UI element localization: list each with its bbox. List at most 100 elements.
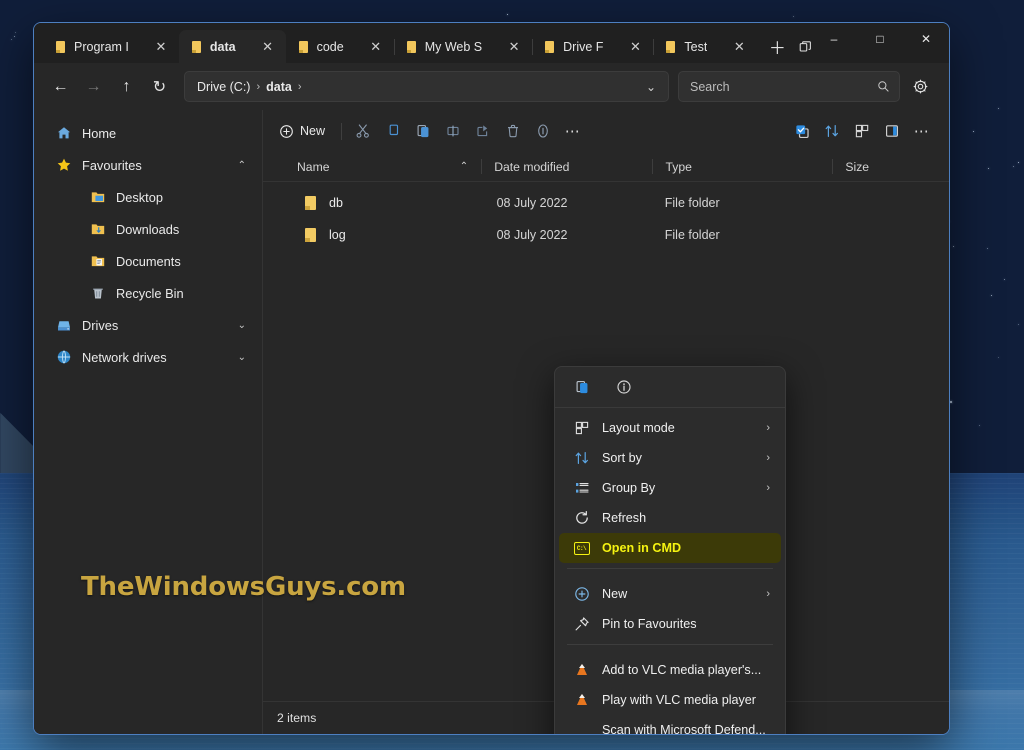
file-name-cell[interactable]: log [291, 228, 485, 242]
rename-button[interactable] [438, 116, 468, 146]
context-menu-item-sort-by[interactable]: Sort by › [559, 443, 781, 473]
cut-icon [356, 124, 369, 138]
navigation-pane: Home Favourites ⌃ Desktop Downloads Docu… [34, 110, 263, 734]
tab-program-i[interactable]: Program I ✕ [43, 30, 180, 63]
tab-close-button[interactable]: ✕ [622, 35, 648, 59]
search-input[interactable]: Search [690, 80, 730, 94]
tab-label: Test [684, 39, 708, 54]
plus-circle-icon [573, 586, 590, 603]
address-bar: ← → ↑ ↻ Drive (C:) › data › ⌄ Search [34, 63, 949, 110]
expand-caret-icon[interactable]: ⌃ [238, 160, 246, 171]
tab-test[interactable]: Test ✕ [653, 30, 757, 63]
details-pane-button[interactable] [877, 116, 907, 146]
column-header-date-modified[interactable]: Date modified [482, 152, 654, 181]
vlc-icon [575, 663, 589, 677]
breadcrumb[interactable]: Drive (C:) › data › ⌄ [184, 71, 669, 102]
new-tab-button[interactable]: ＋ [763, 32, 791, 60]
expand-caret-icon[interactable]: ⌄ [238, 320, 246, 331]
context-menu-item-play-with-vlc-media-player[interactable]: Play with VLC media player [559, 685, 781, 715]
layout-icon [855, 124, 869, 138]
copy-button[interactable] [378, 116, 408, 146]
context-menu-item-scan-with-microsoft-defend[interactable]: Scan with Microsoft Defend... [559, 715, 781, 734]
toolbar-divider [341, 122, 343, 140]
tab-close-button[interactable]: ✕ [363, 35, 389, 59]
column-header-size[interactable]: Size [833, 152, 949, 181]
folder-icon [544, 40, 556, 53]
context-menu-item-label: Group By [602, 481, 656, 495]
desktop-folder-icon [90, 189, 106, 205]
context-menu-item-add-to-vlc-media-player-s[interactable]: Add to VLC media player's... [559, 655, 781, 685]
maximize-button[interactable]: □ [857, 23, 903, 55]
breadcrumb-separator: › [256, 80, 261, 93]
sidebar-item-documents[interactable]: Documents [40, 245, 256, 277]
expand-caret-icon[interactable]: ⌄ [238, 352, 246, 363]
properties-button[interactable] [528, 116, 558, 146]
tab-my-web-s[interactable]: My Web S ✕ [394, 30, 534, 63]
file-date: 08 July 2022 [496, 228, 568, 242]
tab-close-button[interactable]: ✕ [726, 35, 752, 59]
paste-button[interactable] [408, 116, 438, 146]
folder-icon [298, 40, 310, 53]
forward-button[interactable]: → [77, 70, 110, 103]
tab-data[interactable]: data ✕ [178, 30, 286, 63]
sidebar-item-network-drives[interactable]: Network drives ⌄ [40, 341, 256, 373]
sidebar-item-recycle-bin[interactable]: Recycle Bin [40, 277, 256, 309]
tab-label: data [209, 39, 236, 54]
vlc-icon [575, 693, 589, 707]
sidebar-item-downloads[interactable]: Downloads [40, 213, 256, 245]
tab-label: My Web S [424, 39, 483, 54]
selection-button[interactable] [787, 116, 817, 146]
breadcrumb-item-data[interactable]: data [265, 80, 293, 94]
home-icon [56, 125, 72, 141]
share-button[interactable] [468, 116, 498, 146]
context-menu-item-group-by[interactable]: Group By › [559, 473, 781, 503]
file-name-cell[interactable]: db [291, 196, 485, 210]
tab-close-button[interactable]: ✕ [148, 35, 174, 59]
delete-button[interactable] [498, 116, 528, 146]
tab-close-button[interactable]: ✕ [255, 35, 281, 59]
sidebar-item-favourites[interactable]: Favourites ⌃ [40, 149, 256, 181]
file-date: 08 July 2022 [496, 196, 568, 210]
back-button[interactable]: ← [44, 70, 77, 103]
sidebar-item-label: Downloads [116, 221, 180, 237]
tab-drive-f[interactable]: Drive F ✕ [532, 30, 655, 63]
drives-icon [56, 317, 72, 333]
context-menu-group: Layout mode › Sort by › Group By › Refre… [555, 408, 785, 563]
table-row[interactable]: db 08 July 2022 File folder [269, 187, 943, 219]
gear-icon[interactable] [905, 72, 935, 102]
more-options-button[interactable]: ⋯ [558, 116, 588, 146]
column-header-label: Type [665, 159, 692, 174]
column-header-name[interactable]: Name ⌃ [285, 152, 483, 181]
sort-button[interactable] [817, 116, 847, 146]
new-button[interactable]: New [271, 116, 335, 146]
paste-action[interactable] [565, 372, 599, 402]
up-button[interactable]: ↑ [110, 70, 143, 103]
context-menu-item-pin-to-favourites[interactable]: Pin to Favourites [559, 609, 781, 639]
search-box[interactable]: Search [678, 71, 900, 102]
tab-code[interactable]: code ✕ [286, 30, 395, 63]
see-more-button[interactable]: ⋯ [907, 116, 937, 146]
properties-action[interactable] [607, 372, 641, 402]
sidebar-item-home[interactable]: Home [40, 117, 256, 149]
cut-button[interactable] [348, 116, 378, 146]
sidebar-item-label: Network drives [82, 349, 167, 365]
breadcrumb-item-drive[interactable]: Drive (C:) [196, 80, 251, 94]
sort-icon [573, 450, 590, 467]
column-header-type[interactable]: Type [653, 152, 834, 181]
context-menu-item-refresh[interactable]: Refresh [559, 503, 781, 533]
close-button[interactable]: ✕ [903, 23, 949, 55]
context-menu-item-layout-mode[interactable]: Layout mode › [559, 413, 781, 443]
context-menu-item-new[interactable]: New › [559, 579, 781, 609]
sidebar-item-desktop[interactable]: Desktop [40, 181, 256, 213]
breadcrumb-dropdown-icon[interactable]: ⌄ [642, 80, 660, 94]
tab-close-button[interactable]: ✕ [501, 35, 527, 59]
minimize-button[interactable]: – [811, 23, 857, 55]
delete-icon [508, 124, 519, 138]
context-menu-item-open-in-cmd[interactable]: C:\ Open in CMD [559, 533, 781, 563]
context-menu-quick-actions [555, 367, 785, 408]
table-row[interactable]: log 08 July 2022 File folder [269, 219, 943, 251]
column-header-label: Date modified [494, 159, 570, 174]
refresh-button[interactable]: ↻ [143, 70, 176, 103]
sidebar-item-drives[interactable]: Drives ⌄ [40, 309, 256, 341]
layout-button[interactable] [847, 116, 877, 146]
